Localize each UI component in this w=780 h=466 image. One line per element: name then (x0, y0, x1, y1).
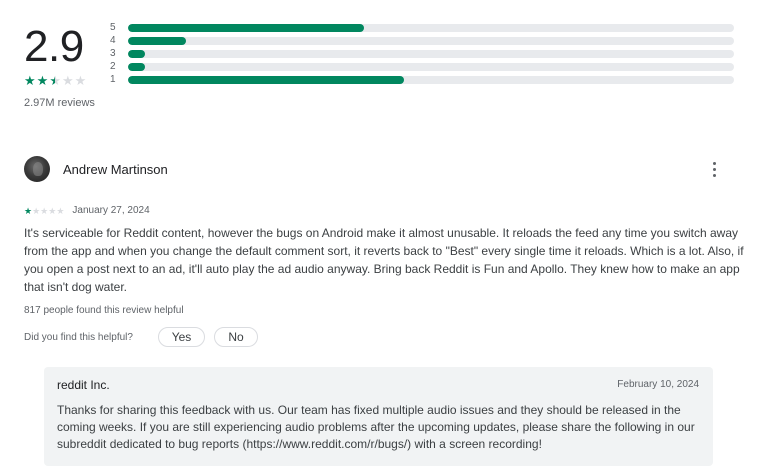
rating-bar-row: 1 (110, 73, 734, 86)
reply-text: Thanks for sharing this feedback with us… (57, 403, 695, 451)
rating-bar-fill (128, 23, 365, 32)
rating-distribution: 5 4 3 2 1 (110, 21, 734, 86)
star-icon: ★ (74, 73, 87, 88)
star-icon: ★ (49, 73, 61, 88)
rating-bar-label: 3 (110, 48, 116, 59)
rating-bar-track (128, 62, 734, 71)
review-stars: ★ ★ ★ ★ ★ (24, 206, 64, 216)
star-icon: ★ (32, 205, 41, 216)
rating-bar-track (128, 75, 734, 84)
helpful-no-button[interactable]: No (214, 327, 258, 347)
star-icon: ★ (36, 73, 49, 88)
average-rating: 2.9 (24, 22, 84, 71)
review-date: January 27, 2024 (72, 205, 150, 216)
star-icon: ★ (40, 205, 49, 216)
developer-reply: reddit Inc. February 10, 2024 Thanks for… (44, 367, 713, 466)
rating-bar-label: 2 (110, 61, 116, 72)
star-icon: ★ (61, 73, 74, 88)
star-icon: ★ (24, 205, 33, 216)
star-icon: ★ (48, 205, 57, 216)
helpful-question: Did you find this helpful? (24, 332, 133, 343)
avatar (24, 156, 50, 182)
star-icon: ★ (56, 205, 65, 216)
more-vert-icon-dot (712, 173, 716, 177)
more-vert-icon-dot (712, 161, 716, 165)
review-text: It's serviceable for Reddit content, how… (24, 226, 744, 294)
rating-bar-row: 3 (110, 47, 734, 60)
rating-bar-fill (128, 62, 145, 71)
developer-name: reddit Inc. (57, 378, 110, 392)
reviewer-name: Andrew Martinson (63, 162, 168, 177)
rating-bar-row: 4 (110, 34, 734, 47)
rating-bar-row: 2 (110, 60, 734, 73)
average-rating-stars: ★ ★ ★ ★ ★ (24, 74, 86, 87)
rating-bar-track (128, 23, 734, 32)
reply-date: February 10, 2024 (617, 379, 699, 390)
rating-bar-row: 5 (110, 21, 734, 34)
helpful-yes-button[interactable]: Yes (158, 327, 205, 347)
rating-bar-track (128, 49, 734, 58)
rating-bar-label: 1 (110, 74, 116, 85)
rating-bar-track (128, 36, 734, 45)
review-meta: ★ ★ ★ ★ ★ January 27, 2024 (24, 205, 150, 216)
helpful-count: 817 people found this review helpful (24, 305, 184, 316)
more-vert-icon-dot (712, 167, 716, 171)
review-count: 2.97M reviews (24, 97, 95, 109)
rating-bar-label: 5 (110, 22, 116, 33)
rating-bar-label: 4 (110, 35, 116, 46)
rating-bar-fill (128, 49, 145, 58)
rating-bar-fill (128, 36, 186, 45)
star-icon: ★ (24, 73, 36, 88)
rating-bar-fill (128, 75, 404, 84)
more-options-button[interactable] (704, 158, 724, 180)
